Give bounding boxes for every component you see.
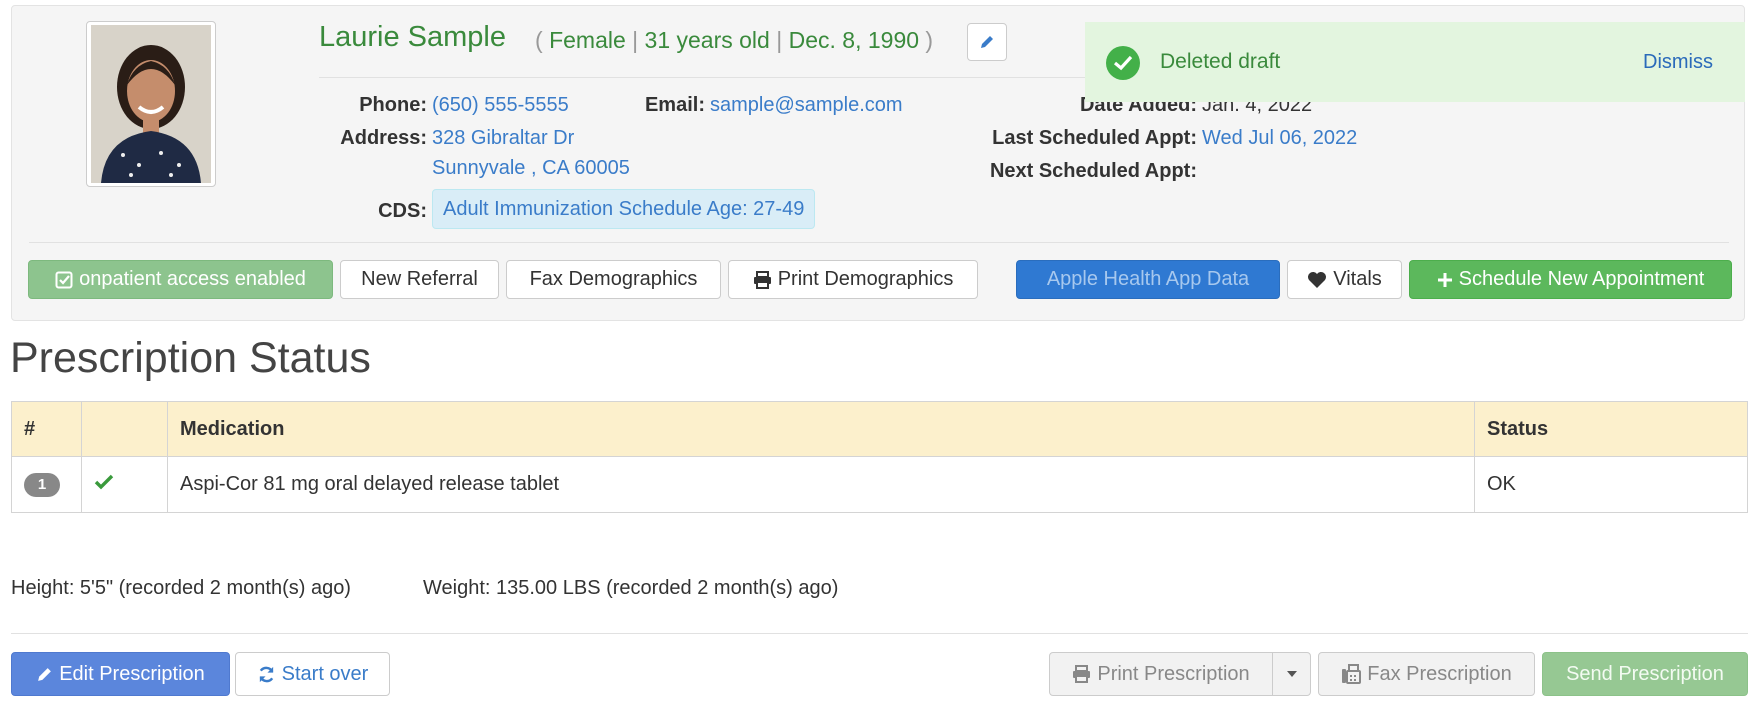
- fax-icon: [1341, 664, 1362, 684]
- check-circle-icon: [1106, 46, 1140, 80]
- start-over-label: Start over: [281, 662, 369, 685]
- vitals-button[interactable]: Vitals: [1287, 260, 1402, 299]
- table-header-row: # Medication Status: [11, 401, 1748, 457]
- column-header-medication: Medication: [167, 401, 1475, 457]
- email-link[interactable]: sample@sample.com: [710, 94, 903, 117]
- edit-patient-button[interactable]: [967, 23, 1007, 61]
- prescription-status-title: Prescription Status: [10, 334, 371, 382]
- patient-photo: [86, 21, 216, 187]
- next-appt-label: Next Scheduled Appt:: [989, 160, 1197, 182]
- email-label: Email:: [644, 94, 705, 116]
- check-square-icon: [55, 271, 73, 289]
- new-referral-button[interactable]: New Referral: [340, 260, 499, 299]
- checkmark-icon: [94, 474, 114, 490]
- patient-dob: Dec. 8, 1990: [788, 27, 920, 53]
- patient-age: 31 years old: [644, 27, 770, 53]
- meta-close-paren: ): [925, 27, 934, 53]
- edit-prescription-button[interactable]: Edit Prescription: [11, 652, 230, 696]
- medication-cell: Aspi-Cor 81 mg oral delayed release tabl…: [167, 456, 1475, 513]
- row-number-cell: 1: [11, 456, 82, 513]
- row-check-cell: [81, 456, 168, 513]
- caret-down-icon: [1286, 670, 1298, 678]
- height-info: Height: 5'5" (recorded 2 month(s) ago): [11, 577, 351, 599]
- apple-health-button[interactable]: Apple Health App Data: [1016, 260, 1280, 299]
- patient-avatar-image: [91, 25, 211, 183]
- schedule-appointment-label: Schedule New Appointment: [1458, 268, 1705, 290]
- weight-info: Weight: 135.00 LBS (recorded 2 month(s) …: [423, 577, 839, 599]
- fax-demographics-button[interactable]: Fax Demographics: [506, 260, 721, 299]
- toast-message: Deleted draft: [1160, 50, 1281, 73]
- patient-gender: Female: [549, 27, 626, 53]
- refresh-icon: [257, 665, 276, 684]
- cds-tag[interactable]: Adult Immunization Schedule Age: 27-49: [432, 189, 816, 229]
- actions-divider: [29, 242, 1729, 243]
- plus-icon: [1437, 272, 1453, 288]
- printer-icon: [1072, 665, 1091, 683]
- footer-divider: [11, 633, 1748, 634]
- send-prescription-button[interactable]: Send Prescription: [1542, 652, 1748, 696]
- prescription-table: # Medication Status 1 Aspi-Cor 81 mg ora…: [11, 401, 1748, 513]
- start-over-button[interactable]: Start over: [235, 652, 390, 696]
- cds-label: CDS:: [378, 200, 427, 222]
- toast-notification: Deleted draft Dismiss: [1085, 22, 1745, 102]
- meta-separator: |: [632, 27, 639, 53]
- column-header-status: Status: [1474, 401, 1748, 457]
- onpatient-access-label: onpatient access enabled: [79, 268, 306, 290]
- print-options-dropdown[interactable]: [1272, 652, 1311, 696]
- last-appt-link[interactable]: Wed Jul 06, 2022: [1202, 127, 1357, 150]
- last-appt-label: Last Scheduled Appt:: [992, 127, 1197, 149]
- address-line1[interactable]: 328 Gibraltar Dr: [432, 127, 574, 150]
- pencil-icon: [36, 666, 53, 683]
- print-demographics-label: Print Demographics: [777, 268, 954, 290]
- fax-prescription-button[interactable]: Fax Prescription: [1318, 652, 1535, 696]
- meta-open-paren: (: [535, 27, 543, 53]
- patient-name: Laurie Sample: [319, 21, 506, 53]
- column-header-number: #: [11, 401, 82, 457]
- onpatient-access-button[interactable]: onpatient access enabled: [28, 260, 333, 299]
- phone-label: Phone:: [359, 94, 427, 116]
- toast-dismiss-link[interactable]: Dismiss: [1643, 51, 1713, 74]
- vitals-label: Vitals: [1333, 268, 1382, 290]
- pencil-icon: [979, 34, 995, 50]
- column-header-check: [81, 401, 168, 457]
- row-number-badge: 1: [24, 472, 60, 497]
- schedule-appointment-button[interactable]: Schedule New Appointment: [1409, 260, 1732, 299]
- heart-icon: [1307, 271, 1327, 289]
- status-cell: OK: [1474, 456, 1748, 513]
- print-demographics-button[interactable]: Print Demographics: [728, 260, 978, 299]
- patient-demographics: ( Female | 31 years old | Dec. 8, 1990 ): [535, 27, 933, 54]
- edit-prescription-label: Edit Prescription: [59, 662, 205, 685]
- print-prescription-label: Print Prescription: [1097, 662, 1250, 685]
- address-label: Address:: [340, 127, 427, 149]
- fax-prescription-label: Fax Prescription: [1367, 662, 1512, 685]
- meta-separator: |: [776, 27, 783, 53]
- phone-link[interactable]: (650) 555-5555: [432, 94, 569, 117]
- table-row: 1 Aspi-Cor 81 mg oral delayed release ta…: [11, 456, 1748, 513]
- printer-icon: [753, 270, 772, 289]
- print-prescription-button[interactable]: Print Prescription: [1049, 652, 1273, 696]
- address-line2[interactable]: Sunnyvale , CA 60005: [432, 157, 630, 180]
